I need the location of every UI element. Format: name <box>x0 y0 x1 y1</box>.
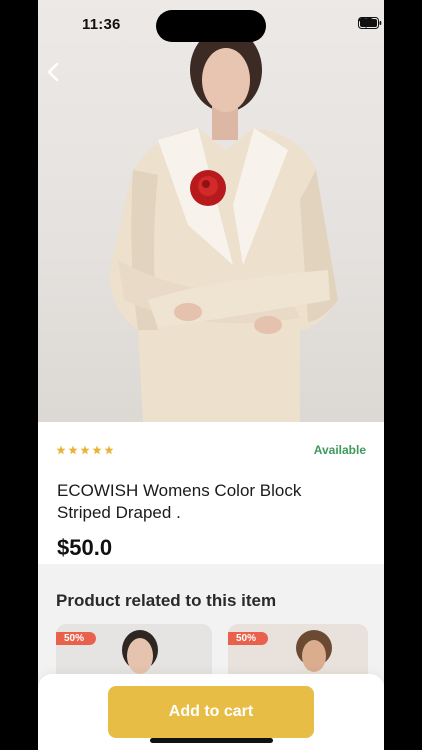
star-icon <box>68 445 78 455</box>
back-chevron-icon <box>47 62 59 82</box>
add-to-cart-button[interactable]: Add to cart <box>108 686 314 738</box>
dynamic-island <box>156 10 266 42</box>
product-image: 11:36 <box>38 0 384 422</box>
back-button[interactable] <box>46 62 76 92</box>
product-info: Available ECOWISH Womens Color Block Str… <box>38 422 384 564</box>
availability-status: Available <box>313 443 366 457</box>
battery-icon <box>358 17 382 29</box>
home-indicator[interactable] <box>150 738 273 743</box>
rating-stars <box>56 445 114 455</box>
discount-badge: 50% <box>56 632 96 645</box>
product-detail-screen: 11:36 Available ECOWISH Womens Color Blo… <box>38 0 384 750</box>
star-icon <box>56 445 66 455</box>
star-icon <box>92 445 102 455</box>
product-title: ECOWISH Womens Color Block Striped Drape… <box>57 481 302 522</box>
status-bar: 11:36 <box>38 0 384 50</box>
star-icon <box>80 445 90 455</box>
status-time: 11:36 <box>82 16 121 33</box>
discount-badge: 50% <box>228 632 268 645</box>
star-icon <box>104 445 114 455</box>
related-heading: Product related to this item <box>56 591 277 610</box>
product-photo-illustration <box>109 28 338 422</box>
product-price: $50.0 <box>57 535 113 560</box>
